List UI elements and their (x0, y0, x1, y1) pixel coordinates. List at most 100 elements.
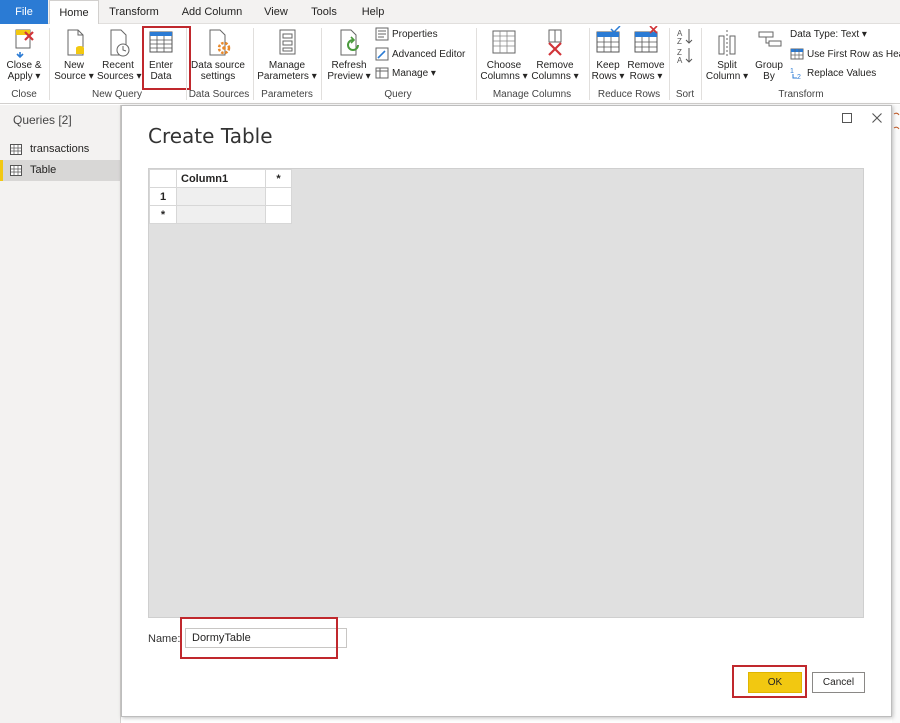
keep-rows-button[interactable]: Keep Rows ▾ (591, 26, 625, 82)
manage-parameters-button[interactable]: Manage Parameters ▾ (257, 26, 317, 82)
grid-row: 1 (149, 187, 292, 206)
data-source-settings-label-1: Data source (191, 60, 245, 71)
row-number[interactable]: 1 (149, 187, 177, 206)
sort-ascending-button[interactable]: AZ (674, 27, 696, 48)
use-first-row-button[interactable]: Use First Row as Hea (790, 46, 900, 64)
menu-bar: File Home Transform Add Column View Tool… (0, 0, 900, 25)
new-source-label-2: Source ▾ (54, 71, 94, 82)
background-code-fragment (893, 112, 900, 130)
choose-columns-label-2: Columns ▾ (480, 71, 528, 82)
sort-descending-button[interactable]: ZA (674, 46, 696, 67)
svg-text:A: A (677, 56, 683, 64)
split-column-icon (718, 30, 736, 56)
refresh-preview-button[interactable]: Refresh Preview ▾ (326, 26, 372, 82)
keep-rows-label-2: Rows ▾ (591, 71, 625, 82)
close-apply-label-1: Close & (6, 60, 42, 71)
query-item-label: transactions (30, 143, 90, 155)
maximize-icon (842, 113, 852, 123)
replace-values-button[interactable]: 1 2 Replace Values (790, 65, 876, 83)
properties-icon (375, 27, 389, 41)
tab-home[interactable]: Home (49, 0, 99, 25)
grid-new-row: * (149, 205, 292, 224)
name-input-highlight (180, 617, 338, 659)
table-icon (10, 144, 22, 155)
close-apply-label-2: Apply ▾ (7, 71, 41, 82)
choose-columns-button[interactable]: Choose Columns ▾ (480, 26, 528, 82)
advanced-editor-label: Advanced Editor (392, 49, 466, 60)
table-icon (10, 165, 22, 176)
close-icon (872, 113, 882, 123)
query-item-table[interactable]: Table (0, 160, 120, 181)
group-by-icon (758, 31, 782, 47)
refresh-icon (340, 29, 359, 56)
close-apply-icon (15, 29, 34, 59)
name-label: Name: (148, 633, 181, 645)
svg-text:2: 2 (797, 74, 801, 80)
advanced-editor-button[interactable]: Advanced Editor (375, 46, 465, 64)
remove-rows-icon (634, 26, 658, 53)
group-label-data-sources: Data Sources (188, 89, 250, 100)
new-source-icon (67, 29, 84, 56)
dialog-title: Create Table (148, 124, 273, 148)
tab-file[interactable]: File (0, 0, 48, 24)
add-column-cell[interactable]: * (265, 169, 292, 188)
remove-columns-icon (548, 29, 562, 56)
query-item-transactions[interactable]: transactions (0, 139, 120, 160)
group-by-button[interactable]: Group By (751, 26, 787, 82)
sort-ascending-icon: AZ (677, 29, 693, 46)
tab-help[interactable]: Help (355, 0, 391, 24)
data-type-label: Data Type: Text ▾ (790, 29, 867, 40)
tab-transform[interactable]: Transform (103, 0, 165, 24)
enter-data-highlight (142, 26, 191, 90)
group-by-label-2: By (763, 71, 775, 82)
group-by-label-1: Group (755, 60, 783, 71)
remove-rows-button[interactable]: Remove Rows ▾ (626, 26, 666, 82)
refresh-preview-label-1: Refresh (331, 60, 367, 71)
grid-corner-cell[interactable] (149, 169, 177, 188)
data-source-settings-button[interactable]: Data source settings (190, 26, 246, 82)
grid-cell[interactable] (265, 205, 292, 224)
close-apply-button[interactable]: Close & Apply ▾ (4, 26, 44, 82)
grid-cell[interactable] (265, 187, 292, 206)
close-button[interactable] (870, 112, 884, 126)
ok-button-highlight (732, 665, 807, 698)
tab-tools[interactable]: Tools (304, 0, 344, 24)
recent-sources-button[interactable]: Recent Sources ▾ (97, 26, 141, 82)
grid-cell[interactable] (176, 187, 266, 206)
column-header[interactable]: Column1 (176, 169, 266, 188)
cancel-button[interactable]: Cancel (812, 672, 865, 693)
manage-label: Manage ▾ (392, 68, 436, 79)
use-first-row-label: Use First Row as Hea (807, 49, 900, 60)
query-item-label: Table (30, 164, 57, 176)
tab-add-column[interactable]: Add Column (172, 0, 252, 24)
keep-rows-label-1: Keep (596, 60, 620, 71)
remove-columns-button[interactable]: Remove Columns ▾ (530, 26, 580, 82)
ribbon: Close & Apply ▾ Close New Source ▾ Recen… (0, 24, 900, 104)
grid-cell[interactable] (176, 205, 266, 224)
group-label-sort: Sort (675, 89, 695, 100)
choose-columns-label-1: Choose (486, 60, 522, 71)
data-grid-area[interactable]: Column1 * 1 * (148, 168, 864, 618)
new-source-button[interactable]: New Source ▾ (54, 26, 94, 82)
keep-rows-icon (596, 26, 621, 53)
split-column-button[interactable]: Split Column ▾ (705, 26, 749, 82)
group-label-transform: Transform (778, 89, 824, 100)
add-row-cell[interactable]: * (149, 205, 177, 224)
split-column-label-1: Split (717, 60, 737, 71)
group-label-reduce-rows: Reduce Rows (597, 89, 661, 100)
data-grid: Column1 * 1 * (149, 169, 292, 224)
manage-button[interactable]: Manage ▾ (375, 65, 436, 83)
svg-text:Z: Z (677, 37, 682, 45)
properties-button[interactable]: Properties (375, 26, 438, 44)
tab-view[interactable]: View (258, 0, 294, 24)
manage-icon (375, 67, 389, 79)
remove-rows-label-1: Remove (627, 60, 665, 71)
properties-label: Properties (392, 29, 438, 40)
maximize-button[interactable] (840, 112, 854, 126)
data-type-dropdown[interactable]: Data Type: Text ▾ (790, 26, 867, 44)
background-editor (892, 105, 900, 723)
manage-parameters-label-2: Parameters ▾ (257, 71, 317, 82)
new-source-label-1: New (63, 60, 84, 71)
queries-pane-title: Queries [2] (13, 113, 72, 127)
sort-descending-icon: ZA (677, 48, 693, 65)
